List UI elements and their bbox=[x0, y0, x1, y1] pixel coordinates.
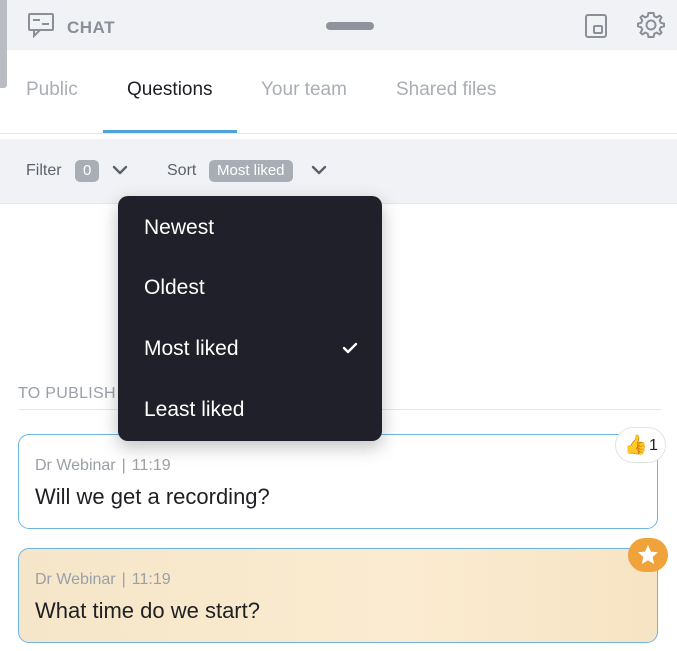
sort-chevron-down-icon[interactable] bbox=[310, 163, 328, 182]
panel-title: CHAT bbox=[67, 18, 115, 37]
popout-icon[interactable] bbox=[584, 13, 608, 44]
active-tab-indicator bbox=[103, 130, 237, 133]
meta-separator: | bbox=[121, 457, 126, 474]
filter-count-badge[interactable]: 0 bbox=[75, 160, 100, 182]
drag-handle[interactable] bbox=[326, 22, 374, 30]
question-author: Dr Webinar bbox=[35, 457, 116, 474]
like-counter[interactable]: 👍 1 bbox=[615, 427, 666, 463]
like-count: 1 bbox=[649, 437, 658, 454]
chat-header: CHAT bbox=[7, 0, 677, 50]
tab-bar: Public Questions Your team Shared files bbox=[0, 50, 677, 134]
tab-questions[interactable]: Questions bbox=[127, 79, 213, 101]
star-icon[interactable] bbox=[628, 538, 668, 572]
section-to-publish: TO PUBLISH bbox=[18, 385, 116, 402]
question-meta: Dr Webinar | 11:19 bbox=[35, 571, 171, 589]
question-meta: Dr Webinar | 11:19 bbox=[35, 457, 171, 475]
gear-icon[interactable] bbox=[637, 11, 665, 44]
chat-icon bbox=[27, 12, 55, 43]
tab-your-team[interactable]: Your team bbox=[261, 79, 347, 101]
question-time: 11:19 bbox=[131, 457, 171, 474]
tab-shared-files[interactable]: Shared files bbox=[396, 79, 496, 101]
sort-value-badge[interactable]: Most liked bbox=[209, 160, 293, 182]
sort-label: Sort bbox=[167, 162, 197, 179]
question-card[interactable]: Dr Webinar | 11:19 Will we get a recording… bbox=[18, 434, 658, 529]
question-text: What time do we start? bbox=[35, 598, 260, 623]
filter-chevron-down-icon[interactable] bbox=[111, 163, 129, 182]
sort-option-oldest[interactable]: Oldest bbox=[118, 258, 382, 318]
filter-label: Filter bbox=[26, 162, 62, 179]
tab-public[interactable]: Public bbox=[26, 79, 78, 101]
sort-option-newest[interactable]: Newest bbox=[118, 198, 382, 258]
sort-option-label: Oldest bbox=[144, 276, 205, 299]
sort-option-label: Most liked bbox=[144, 337, 239, 360]
filter-sort-bar: Filter 0 Sort Most liked bbox=[0, 139, 677, 204]
thumbs-up-icon: 👍 bbox=[624, 435, 648, 456]
sort-option-label: Newest bbox=[144, 216, 215, 239]
sort-option-least-liked[interactable]: Least liked bbox=[118, 380, 382, 440]
sort-option-most-liked[interactable]: Most liked bbox=[118, 319, 382, 379]
question-author: Dr Webinar bbox=[35, 571, 116, 588]
sort-dropdown-menu: Newest Oldest Most liked Least liked bbox=[118, 196, 382, 441]
question-text: Will we get a recording? bbox=[35, 484, 270, 509]
question-time: 11:19 bbox=[131, 571, 171, 588]
question-card-starred[interactable]: Dr Webinar | 11:19 What time do we start? bbox=[18, 548, 658, 643]
checkmark-icon bbox=[342, 341, 358, 360]
sort-option-label: Least liked bbox=[144, 398, 245, 421]
meta-separator: | bbox=[121, 571, 126, 588]
